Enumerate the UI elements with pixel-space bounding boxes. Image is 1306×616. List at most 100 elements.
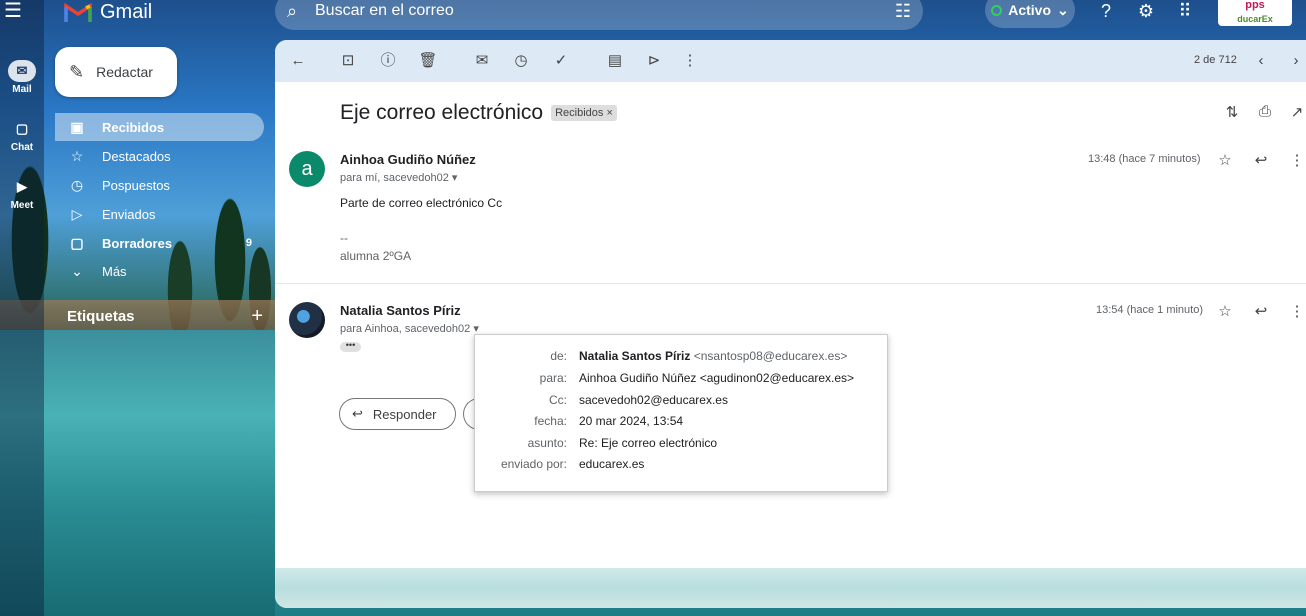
detail-row-to: para: Ainhoa Gudiño Núñez <agudinon02@ed… xyxy=(475,371,889,391)
label-chip[interactable]: Recibidos × xyxy=(551,105,617,121)
detail-row-from: de: Natalia Santos Píriz <nsantosp08@edu… xyxy=(475,349,889,369)
delete-icon[interactable]: 🗑 xyxy=(417,50,439,72)
pencil-icon: ✎ xyxy=(69,61,85,82)
rail-label: Chat xyxy=(10,142,34,153)
detail-row-subject: asunto: Re: Eje correo electrónico xyxy=(475,436,889,456)
nav-item-pospuestos[interactable]: ◷ Pospuestos xyxy=(55,171,264,199)
detail-value: 20 mar 2024, 13:54 xyxy=(579,414,684,428)
signature: alumna 2ºGA xyxy=(340,249,412,263)
inbox-icon: ▣ xyxy=(70,118,84,135)
nav-item-borradores[interactable]: ▢ Borradores 9 xyxy=(55,229,264,257)
more-vert-icon[interactable]: ⋮ xyxy=(1287,151,1306,169)
help-icon[interactable]: ? xyxy=(1094,0,1118,24)
compose-label: Redactar xyxy=(96,64,153,80)
status-dot-icon xyxy=(991,4,1003,16)
labels-header: Etiquetas + xyxy=(67,306,263,326)
newer-chevron-icon[interactable]: ‹ xyxy=(1250,50,1272,72)
sender-name[interactable]: Natalia Santos Píriz xyxy=(340,303,461,318)
nav-item-mas[interactable]: ⌄ Más xyxy=(55,257,264,285)
pager-text: 2 de 712 xyxy=(1194,54,1237,66)
chevron-down-icon: ⌄ xyxy=(71,262,83,279)
rail-item-chat[interactable]: ▢ Chat xyxy=(0,118,44,153)
show-trimmed-content-button[interactable]: ••• xyxy=(340,341,361,352)
more-vert-icon[interactable]: ⋮ xyxy=(679,50,701,72)
message-body: Parte de correo electrónico Cc xyxy=(340,196,503,210)
search-bar[interactable]: ⌕ ☷ xyxy=(275,0,923,30)
rail-item-mail[interactable]: ✉ Mail xyxy=(0,60,44,95)
recipients-toggle[interactable]: para mí, sacevedoh02 ▾ xyxy=(340,171,457,184)
search-input[interactable] xyxy=(315,2,895,20)
search-options-icon[interactable]: ☷ xyxy=(895,1,911,22)
star-icon[interactable]: ☆ xyxy=(1215,302,1235,320)
detail-key: fecha: xyxy=(534,414,567,428)
app-title: Gmail xyxy=(100,0,153,23)
compose-button[interactable]: ✎ Redactar xyxy=(55,47,177,97)
archive-icon[interactable]: ⊡ xyxy=(337,50,359,72)
star-icon[interactable]: ☆ xyxy=(1215,151,1235,169)
draft-icon: ▢ xyxy=(70,234,84,251)
status-label: Activo xyxy=(1008,2,1052,18)
detail-key: Cc: xyxy=(549,393,567,407)
mark-unread-icon[interactable]: ✉ xyxy=(471,50,493,72)
recipients-text: para Ainhoa, sacevedoh02 xyxy=(340,323,471,335)
nav-label: Recibidos xyxy=(102,119,165,135)
reply-icon[interactable]: ↩ xyxy=(1251,302,1271,320)
back-arrow-icon[interactable]: ← xyxy=(287,50,309,72)
nav-label: Pospuestos xyxy=(102,177,170,193)
gmail-m-icon xyxy=(64,2,92,22)
background-strip xyxy=(275,568,1306,608)
detail-value: sacevedoh02@educarex.es xyxy=(579,393,728,407)
more-vert-icon[interactable]: ⋮ xyxy=(1287,302,1306,320)
nav-item-enviados[interactable]: ▷ Enviados xyxy=(55,200,264,228)
snooze-icon[interactable]: ◷ xyxy=(510,50,532,72)
reply-icon[interactable]: ↩ xyxy=(1251,151,1271,169)
nav-item-destacados[interactable]: ☆ Destacados xyxy=(55,142,264,170)
draft-count: 9 xyxy=(245,237,252,249)
older-chevron-icon[interactable]: › xyxy=(1285,50,1306,72)
nav-label: Borradores xyxy=(102,235,173,251)
nav-item-recibidos[interactable]: ▣ Recibidos xyxy=(55,113,264,141)
chat-icon: ▢ xyxy=(15,121,29,136)
apps-grid-icon[interactable]: ⠿ xyxy=(1173,0,1197,24)
avatar[interactable]: a xyxy=(289,151,325,187)
detail-value: Ainhoa Gudiño Núñez <agudinon02@educarex… xyxy=(579,371,855,385)
message-details-popover: de: Natalia Santos Píriz <nsantosp08@edu… xyxy=(474,334,888,492)
sender-name[interactable]: Ainhoa Gudiño Núñez xyxy=(340,152,476,167)
collapse-all-icon[interactable]: ⇅ xyxy=(1222,103,1242,123)
reply-button[interactable]: ↩ Responder xyxy=(339,398,456,430)
main-menu-icon[interactable]: ☰ xyxy=(4,0,26,22)
chevron-down-icon: ⌄ xyxy=(1057,1,1069,18)
open-new-window-icon[interactable]: ↗ xyxy=(1287,103,1306,123)
report-spam-icon[interactable]: ⓘ xyxy=(377,50,399,72)
status-chip[interactable]: Activo ⌄ xyxy=(985,0,1075,28)
from-name: Natalia Santos Píriz xyxy=(579,349,691,363)
detail-row-date: fecha: 20 mar 2024, 13:54 xyxy=(475,414,889,434)
send-icon: ▷ xyxy=(71,205,83,222)
add-label-icon[interactable]: + xyxy=(251,306,263,326)
rail-label: Mail xyxy=(12,84,32,95)
signature-separator: -- xyxy=(340,231,348,245)
clock-icon: ◷ xyxy=(70,176,84,193)
search-icon[interactable]: ⌕ xyxy=(287,1,311,22)
detail-key: asunto: xyxy=(527,436,567,450)
move-to-icon[interactable]: ▤ xyxy=(604,50,626,72)
print-icon[interactable]: ⎙ xyxy=(1255,103,1275,123)
settings-gear-icon[interactable]: ⚙ xyxy=(1134,0,1158,24)
gmail-logo[interactable]: Gmail xyxy=(64,0,152,24)
add-task-icon[interactable]: ✓ xyxy=(550,50,572,72)
message-time: 13:54 (hace 1 minuto) xyxy=(1096,304,1204,316)
avatar[interactable] xyxy=(289,302,325,338)
detail-value: educarex.es xyxy=(579,457,645,471)
caret-down-icon: ▾ xyxy=(451,172,458,184)
rail-item-meet[interactable]: ▶ Meet xyxy=(0,176,44,211)
recipients-toggle[interactable]: para Ainhoa, sacevedoh02 ▾ xyxy=(340,322,479,335)
label-icon[interactable]: ⊳ xyxy=(643,50,665,72)
from-email: <nsantosp08@educarex.es> xyxy=(693,349,848,363)
account-badge[interactable]: pps ducarEx xyxy=(1218,0,1292,26)
thread-subject: Eje correo electrónico Recibidos × xyxy=(340,101,617,125)
detail-key: enviado por: xyxy=(500,457,567,471)
recipients-text: para mí, sacevedoh02 xyxy=(340,172,449,184)
reply-icon: ↩ xyxy=(352,406,363,421)
message-divider xyxy=(275,283,1306,284)
detail-row-mailed-by: enviado por: educarex.es xyxy=(475,457,889,477)
